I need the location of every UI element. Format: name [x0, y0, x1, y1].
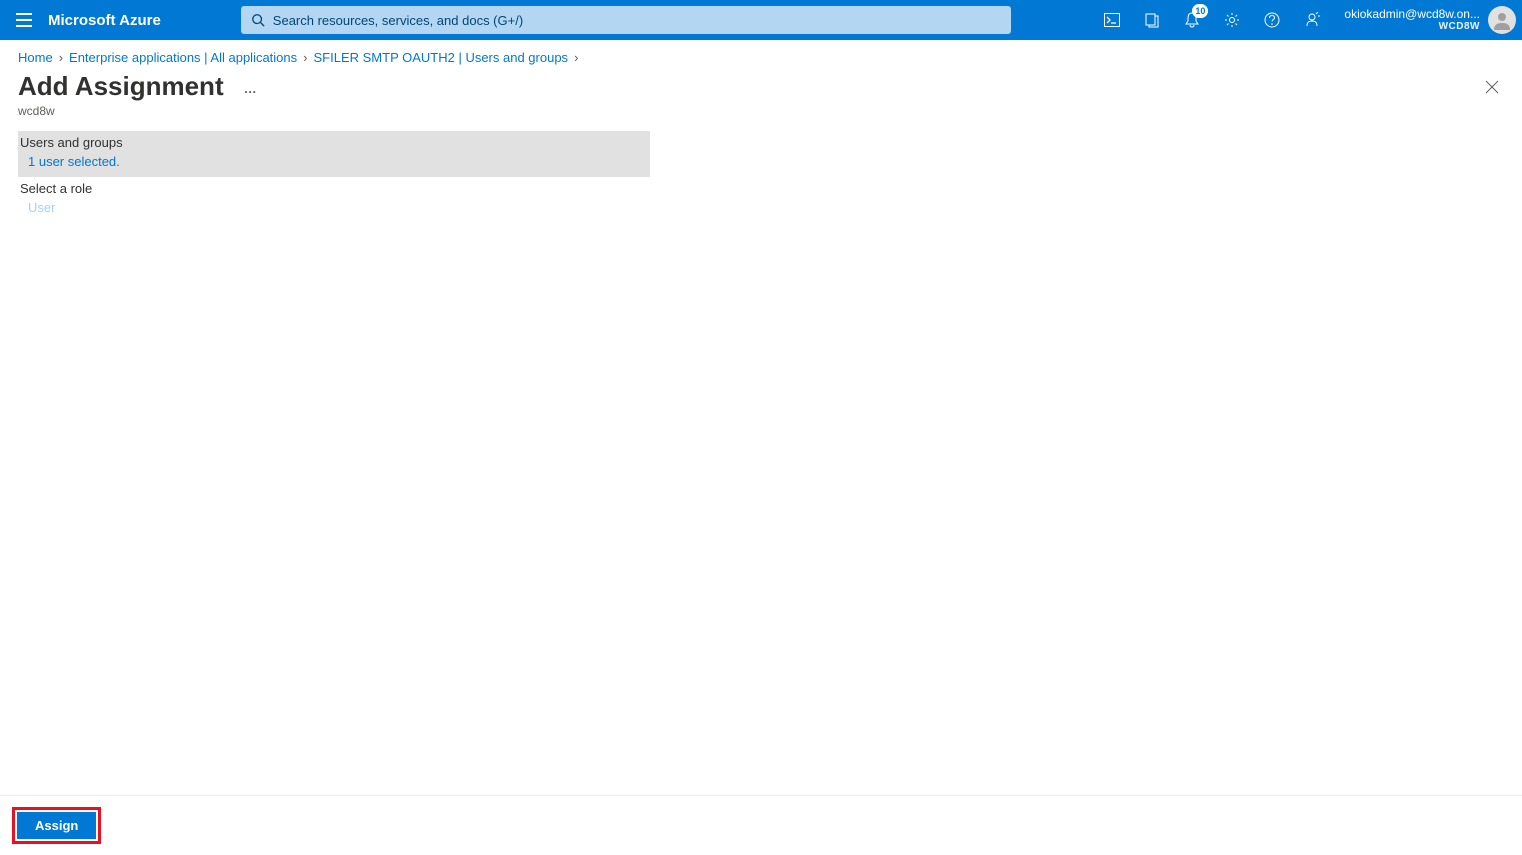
breadcrumb: Home › Enterprise applications | All app… [0, 40, 1522, 71]
chevron-right-icon: › [574, 50, 578, 65]
feedback-icon [1304, 12, 1320, 28]
users-groups-section[interactable]: Users and groups 1 user selected. [18, 131, 650, 177]
account-email: okiokadmin@wcd8w.on... [1344, 7, 1480, 21]
person-icon [1492, 10, 1512, 30]
settings-button[interactable] [1212, 0, 1252, 40]
search-icon [251, 13, 265, 27]
account-button[interactable]: okiokadmin@wcd8w.on... WCD8W [1332, 0, 1522, 40]
gear-icon [1224, 12, 1240, 28]
search-box[interactable] [241, 6, 1011, 34]
brand-label[interactable]: Microsoft Azure [48, 12, 181, 29]
account-tenant: WCD8W [1344, 21, 1480, 33]
feedback-button[interactable] [1292, 0, 1332, 40]
hamburger-icon [16, 13, 32, 27]
more-actions-button[interactable]: … [244, 81, 259, 96]
menu-toggle-button[interactable] [0, 0, 48, 40]
notification-badge: 10 [1192, 4, 1208, 18]
bottom-bar: Assign [0, 795, 1522, 855]
search-wrap [241, 6, 1011, 34]
breadcrumb-item-current[interactable]: SFILER SMTP OAUTH2 | Users and groups [314, 50, 569, 65]
avatar [1488, 6, 1516, 34]
top-header: Microsoft Azure [0, 0, 1522, 40]
help-icon [1264, 12, 1280, 28]
directories-button[interactable] [1132, 0, 1172, 40]
notifications-button[interactable]: 10 [1172, 0, 1212, 40]
breadcrumb-item-enterprise-apps[interactable]: Enterprise applications | All applicatio… [69, 50, 297, 65]
select-role-value: User [20, 196, 648, 219]
close-button[interactable] [1480, 75, 1504, 99]
chevron-right-icon: › [303, 50, 307, 65]
users-groups-value[interactable]: 1 user selected. [20, 150, 648, 173]
cloud-shell-icon [1104, 13, 1120, 27]
main-area: Users and groups 1 user selected. Select… [0, 107, 1522, 795]
chevron-right-icon: › [59, 50, 63, 65]
breadcrumb-item-home[interactable]: Home [18, 50, 53, 65]
close-icon [1485, 80, 1499, 94]
search-input[interactable] [265, 13, 1001, 28]
assign-button[interactable]: Assign [17, 812, 96, 839]
users-groups-label: Users and groups [20, 135, 648, 150]
cloud-shell-button[interactable] [1092, 0, 1132, 40]
select-role-section: Select a role User [18, 177, 650, 223]
header-icons: 10 okiokadmin@wcd8w.on... [1092, 0, 1522, 40]
page-title: Add Assignment [18, 71, 224, 102]
filter-icon [1144, 12, 1160, 28]
form-panel: Users and groups 1 user selected. Select… [18, 131, 650, 223]
select-role-label: Select a role [20, 181, 648, 196]
highlight-annotation: Assign [12, 807, 101, 844]
help-button[interactable] [1252, 0, 1292, 40]
